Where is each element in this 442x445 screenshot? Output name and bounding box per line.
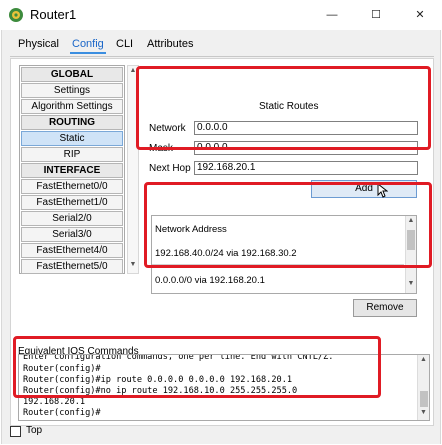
route-entry[interactable]: 0.0.0.0/0 via 192.168.20.1 <box>155 275 265 286</box>
scroll-thumb[interactable] <box>420 391 428 407</box>
config-sidebar: GLOBAL Settings Algorithm Settings ROUTI… <box>19 65 125 274</box>
next-hop-input[interactable]: 192.168.20.1 <box>194 161 418 175</box>
console-scrollbar[interactable]: ▲ ▼ <box>417 355 429 420</box>
console-line: Router(config)# <box>23 408 101 418</box>
sidebar-item-static[interactable]: Static <box>21 131 123 146</box>
window-title: Router1 <box>30 7 77 22</box>
top-checkbox[interactable] <box>10 426 21 437</box>
sidebar-item-serial2-0[interactable]: Serial2/0 <box>21 211 123 226</box>
maximize-button[interactable]: ☐ <box>354 0 398 30</box>
sidebar-header-routing: ROUTING <box>21 115 123 130</box>
sidebar-header-global: GLOBAL <box>21 67 123 82</box>
scroll-down-icon[interactable]: ▼ <box>418 409 429 416</box>
scroll-down-icon[interactable]: ▼ <box>406 280 416 287</box>
title-bar: Router1 — ☐ ✕ <box>0 0 442 30</box>
sidebar-header-interface: INTERFACE <box>21 163 123 178</box>
tab-physical[interactable]: Physical <box>18 38 59 50</box>
console-line: 192.168.20.1 <box>23 397 86 407</box>
scroll-down-icon[interactable]: ▼ <box>128 261 138 268</box>
tab-attributes[interactable]: Attributes <box>147 38 193 50</box>
sidebar-item-fastethernet4-0[interactable]: FastEthernet4/0 <box>21 243 123 258</box>
sidebar-item-fastethernet5-0[interactable]: FastEthernet5/0 <box>21 259 123 274</box>
sidebar-item-fastethernet0-0[interactable]: FastEthernet0/0 <box>21 179 123 194</box>
tab-divider <box>10 56 434 57</box>
highlight-ios-commands <box>13 336 381 398</box>
sidebar-item-serial3-0[interactable]: Serial3/0 <box>21 227 123 242</box>
sidebar-item-rip[interactable]: RIP <box>21 147 123 162</box>
top-checkbox-label: Top <box>26 425 43 436</box>
scroll-up-icon[interactable]: ▲ <box>418 356 429 363</box>
minimize-button[interactable]: — <box>310 0 354 30</box>
sidebar-item-settings[interactable]: Settings <box>21 83 123 98</box>
next-hop-label: Next Hop <box>149 163 191 174</box>
tab-cli[interactable]: CLI <box>116 38 133 50</box>
sidebar-item-fastethernet1-0[interactable]: FastEthernet1/0 <box>21 195 123 210</box>
tab-config[interactable]: Config <box>70 38 106 54</box>
highlight-routes-list <box>144 182 432 268</box>
sidebar-item-algorithm-settings[interactable]: Algorithm Settings <box>21 99 123 114</box>
remove-button[interactable]: Remove <box>353 299 417 317</box>
close-button[interactable]: ✕ <box>398 0 442 30</box>
router-app-icon <box>9 8 23 22</box>
highlight-static-routes <box>136 66 431 150</box>
